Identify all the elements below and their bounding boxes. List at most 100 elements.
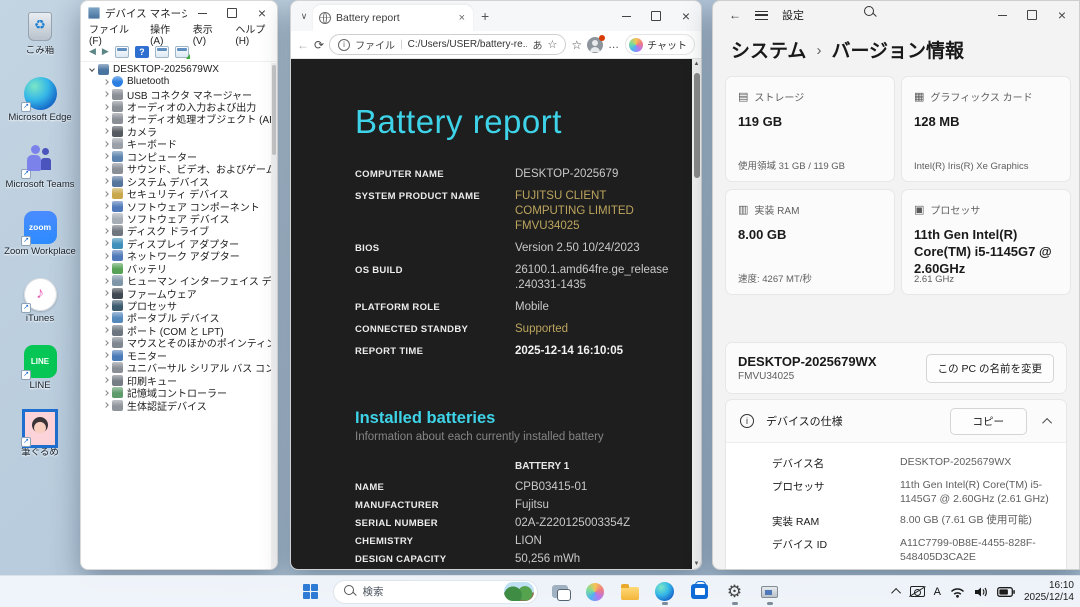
copilot-button[interactable] — [582, 579, 608, 605]
scrollbar-thumb[interactable] — [272, 65, 276, 155]
tree-root-row[interactable]: DESKTOP-2025679WX — [81, 63, 271, 75]
menu-item[interactable]: ヘルプ(H) — [235, 21, 277, 47]
chevron-collapsed-icon[interactable] — [101, 241, 110, 245]
tray-overflow-chevron-icon[interactable] — [891, 588, 901, 598]
taskbar-clock[interactable]: 16:10 2025/12/14 — [1024, 580, 1074, 604]
tree-node-row[interactable]: ネットワーク アダプター — [81, 250, 271, 262]
desktop-icon[interactable]: ↗ ごみ箱 — [2, 4, 78, 71]
chevron-collapsed-icon[interactable] — [101, 266, 110, 270]
scroll-up-icon[interactable]: ▲ — [692, 59, 701, 69]
desktop-icon[interactable]: ↗ LINE — [2, 339, 78, 406]
scan-hardware-icon[interactable] — [175, 46, 189, 58]
breadcrumb-system[interactable]: システム — [731, 36, 806, 63]
maximize-button[interactable] — [1017, 4, 1047, 26]
battery-icon[interactable] — [997, 587, 1015, 597]
desktop-icon[interactable]: ↗ Zoom Workplace — [2, 205, 78, 272]
tree-node-row[interactable]: マウスとそのほかのポインティング デバイス — [81, 337, 271, 349]
chevron-collapsed-icon[interactable] — [101, 254, 110, 258]
chevron-collapsed-icon[interactable] — [101, 366, 110, 370]
chevron-collapsed-icon[interactable] — [101, 179, 110, 183]
desktop-icon[interactable]: ↗ iTunes — [2, 272, 78, 339]
chevron-expanded-icon[interactable] — [87, 67, 96, 71]
favorites-icon[interactable]: ☆ — [571, 38, 582, 52]
chevron-collapsed-icon[interactable] — [101, 80, 110, 84]
chevron-collapsed-icon[interactable] — [101, 204, 110, 208]
page-info-icon[interactable]: i — [338, 39, 350, 51]
chevron-collapsed-icon[interactable] — [101, 291, 110, 295]
page-scrollbar[interactable]: ▲ ▼ — [692, 59, 701, 569]
start-button[interactable] — [298, 579, 324, 605]
favorite-star-icon[interactable]: ☆ — [547, 38, 557, 51]
camera-off-icon[interactable] — [910, 586, 925, 597]
tab-close-icon[interactable]: × — [457, 12, 467, 24]
properties-icon[interactable] — [155, 46, 169, 58]
back-icon[interactable]: ← — [729, 8, 741, 22]
desktop-icon[interactable]: ↗ Microsoft Teams — [2, 138, 78, 205]
taskbar-search[interactable]: 検索 — [333, 580, 538, 604]
refresh-icon[interactable]: ⟳ — [314, 38, 324, 52]
chevron-collapsed-icon[interactable] — [101, 229, 110, 233]
chevron-collapsed-icon[interactable] — [101, 341, 110, 345]
chevron-collapsed-icon[interactable] — [101, 105, 110, 109]
chevron-collapsed-icon[interactable] — [101, 192, 110, 196]
tab-actions-chevron-icon[interactable]: ∨ — [295, 7, 313, 25]
desktop-icon[interactable]: ↗ Microsoft Edge — [2, 71, 78, 138]
help-icon[interactable] — [135, 46, 149, 58]
back-icon[interactable]: ◀ — [89, 46, 96, 57]
store-button[interactable] — [687, 579, 713, 605]
edge-button[interactable] — [652, 579, 678, 605]
menu-item[interactable]: 表示(V) — [193, 21, 225, 47]
more-menu-icon[interactable]: … — [608, 39, 620, 51]
chevron-collapsed-icon[interactable] — [101, 304, 110, 308]
chevron-collapsed-icon[interactable] — [101, 92, 110, 96]
chevron-collapsed-icon[interactable] — [101, 391, 110, 395]
minimize-button[interactable] — [611, 5, 641, 27]
chevron-collapsed-icon[interactable] — [101, 328, 110, 332]
new-tab-button[interactable]: + — [481, 8, 489, 24]
menu-item[interactable]: ファイル(F) — [89, 21, 139, 47]
rename-pc-button[interactable]: この PC の名前を変更 — [926, 354, 1054, 383]
profile-avatar[interactable] — [587, 37, 603, 53]
tree-node-row[interactable]: オーディオ処理オブジェクト (APO) — [81, 113, 271, 125]
volume-icon[interactable] — [974, 586, 988, 598]
spec-expander-header[interactable]: i デバイスの仕様 コピー — [726, 400, 1066, 442]
wifi-icon[interactable] — [950, 586, 965, 598]
desktop-icon[interactable]: ↗ 筆ぐるめ — [2, 406, 78, 473]
chevron-collapsed-icon[interactable] — [101, 154, 110, 158]
menu-item[interactable]: 操作(A) — [150, 21, 182, 47]
chevron-collapsed-icon[interactable] — [101, 403, 110, 407]
device-manager-scrollbar[interactable] — [271, 63, 277, 569]
chevron-collapsed-icon[interactable] — [101, 378, 110, 382]
close-button[interactable] — [1047, 4, 1077, 26]
hamburger-menu-icon[interactable] — [755, 11, 768, 20]
chevron-collapsed-icon[interactable] — [101, 129, 110, 133]
scrollbar-thumb[interactable] — [694, 73, 700, 178]
search-icon[interactable] — [864, 6, 877, 24]
forward-icon[interactable]: ▶ — [102, 46, 109, 57]
address-bar[interactable]: i ファイル | C:/Users/USER/battery-re... あ ☆ — [329, 34, 566, 55]
ime-mode-indicator[interactable]: A — [934, 586, 941, 598]
chevron-collapsed-icon[interactable] — [101, 279, 110, 283]
close-button[interactable] — [671, 5, 701, 27]
chevron-collapsed-icon[interactable] — [101, 142, 110, 146]
chevron-collapsed-icon[interactable] — [101, 167, 110, 171]
chevron-collapsed-icon[interactable] — [101, 117, 110, 121]
minimize-button[interactable] — [987, 4, 1017, 26]
settings-button[interactable]: ⚙ — [722, 579, 748, 605]
chevron-collapsed-icon[interactable] — [101, 316, 110, 320]
console-window-icon[interactable] — [115, 46, 129, 58]
chevron-collapsed-icon[interactable] — [101, 353, 110, 357]
task-view-button[interactable] — [547, 579, 573, 605]
copy-button[interactable]: コピー — [950, 408, 1028, 435]
scroll-down-icon[interactable]: ▼ — [692, 559, 701, 569]
device-manager-button[interactable] — [757, 579, 783, 605]
copilot-chat-button[interactable]: チャット — [625, 34, 695, 55]
translate-icon[interactable]: あ — [532, 37, 542, 52]
back-icon[interactable]: ← — [297, 38, 309, 52]
tree-node-row[interactable]: 生体認証デバイス — [81, 399, 271, 411]
file-explorer-button[interactable] — [617, 579, 643, 605]
maximize-button[interactable] — [641, 5, 671, 27]
browser-tab[interactable]: Battery report × — [313, 5, 473, 31]
chevron-collapsed-icon[interactable] — [101, 216, 110, 220]
chevron-up-icon[interactable] — [1042, 417, 1052, 427]
